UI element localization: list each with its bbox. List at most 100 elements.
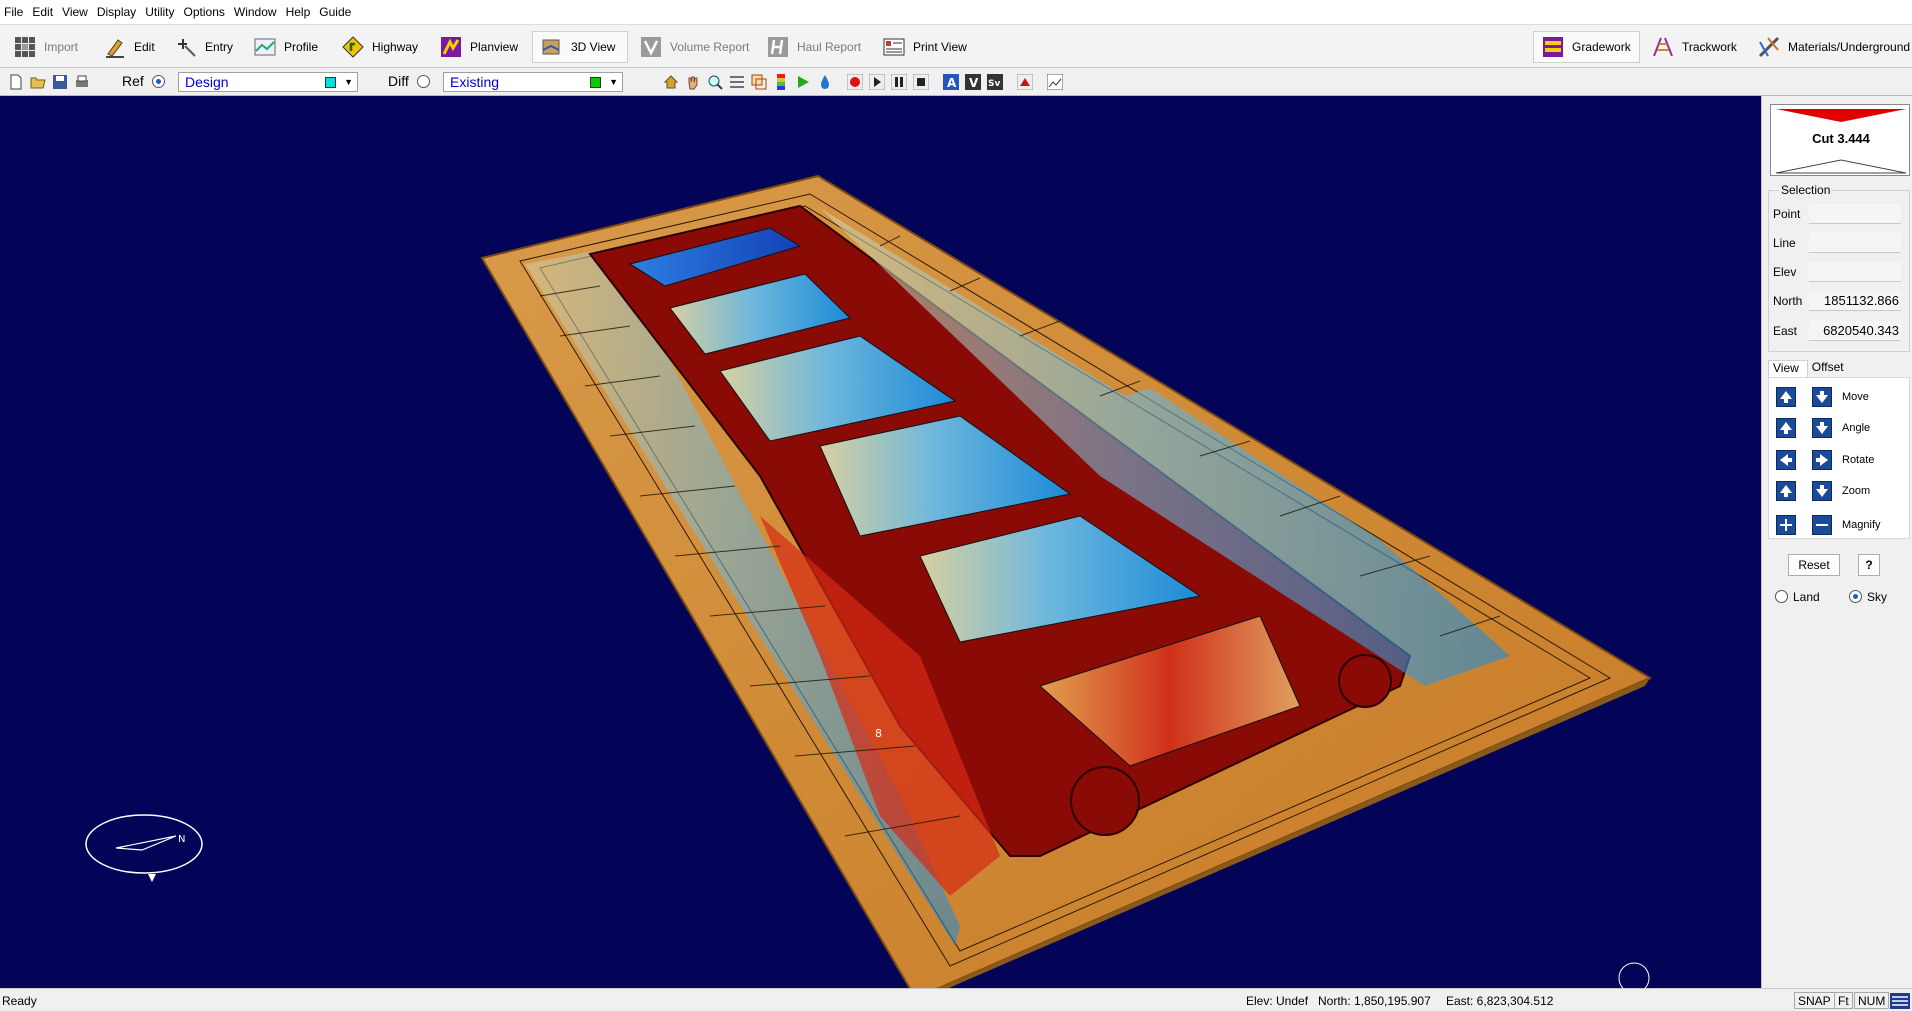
water-drop-icon[interactable] — [817, 74, 833, 90]
print-view-button[interactable]: Print View — [875, 31, 975, 63]
east-row: East 6820540.343 — [1773, 320, 1909, 342]
highway-label: Highway — [372, 40, 419, 54]
image-export-icon[interactable] — [1047, 74, 1063, 90]
3d-view-button[interactable]: 3D View — [532, 31, 628, 63]
angle-up-button[interactable] — [1776, 418, 1796, 438]
move-label: Move — [1842, 391, 1869, 403]
play-green-icon[interactable] — [795, 74, 811, 90]
volume-report-label: Volume Report — [670, 40, 750, 54]
svg-text:A: A — [947, 76, 957, 90]
3d-viewport[interactable]: 8 N — [0, 96, 1761, 988]
edit-mode-button[interactable]: Edit — [96, 31, 163, 63]
pdf-export-icon[interactable] — [1017, 74, 1033, 90]
cut-fill-indicator: Cut 3.444 — [1770, 104, 1910, 176]
menu-window[interactable]: Window — [234, 5, 286, 19]
stop-icon[interactable] — [913, 74, 929, 90]
entry-button[interactable]: Entry — [167, 31, 241, 63]
line-label: Line — [1773, 236, 1796, 250]
ref-radio[interactable] — [152, 75, 165, 88]
diff-surface-select[interactable]: Existing ▼ — [443, 72, 623, 92]
point-field[interactable] — [1809, 204, 1901, 224]
materials-underground-button[interactable]: Materials/Underground — [1750, 31, 1912, 63]
pause-icon[interactable] — [891, 74, 907, 90]
zoom-in-button[interactable] — [1776, 481, 1796, 501]
terrain-view[interactable]: 8 — [0, 96, 1761, 988]
reset-button[interactable]: Reset — [1788, 554, 1840, 576]
move-down-button[interactable] — [1812, 387, 1832, 407]
status-bar: Ready Elev: Undef North: 1,850,195.907 E… — [0, 988, 1912, 1011]
print-view-icon — [883, 36, 905, 58]
menu-lines-icon[interactable] — [1890, 993, 1910, 1009]
grid-settings-icon[interactable] — [729, 74, 745, 90]
planview-button[interactable]: Planview — [432, 31, 526, 63]
ref-surface-select[interactable]: Design ▼ — [178, 72, 358, 92]
volume-report-button[interactable]: Volume Report — [632, 31, 757, 63]
menu-display[interactable]: Display — [97, 5, 145, 19]
menu-help[interactable]: Help — [286, 5, 320, 19]
magnify-plus-button[interactable] — [1776, 515, 1796, 535]
planview-icon — [440, 36, 462, 58]
help-button[interactable]: ? — [1858, 554, 1880, 576]
entry-icon — [175, 36, 197, 58]
line-field[interactable] — [1809, 233, 1901, 253]
trackwork-button[interactable]: Trackwork — [1644, 31, 1745, 63]
gradework-button[interactable]: Gradework — [1533, 31, 1640, 63]
open-folder-icon[interactable] — [30, 74, 46, 90]
land-label: Land — [1793, 590, 1820, 604]
menu-options[interactable]: Options — [184, 5, 234, 19]
rotate-left-button[interactable] — [1776, 450, 1796, 470]
move-up-button[interactable] — [1776, 387, 1796, 407]
point-label: Point — [1773, 207, 1801, 221]
point-row: Point — [1773, 203, 1909, 225]
menu-file[interactable]: File — [4, 5, 32, 19]
pan-hand-icon[interactable] — [685, 74, 701, 90]
highway-button[interactable]: Highway — [334, 31, 426, 63]
haul-report-label: Haul Report — [797, 40, 862, 54]
home-icon[interactable] — [663, 74, 679, 90]
compass-icon: N — [85, 814, 203, 882]
selection-title: Selection — [1779, 183, 1833, 197]
status-ready: Ready — [2, 994, 37, 1008]
play-icon[interactable] — [869, 74, 885, 90]
haul-report-button[interactable]: Haul Report — [759, 31, 869, 63]
menu-edit[interactable]: Edit — [32, 5, 62, 19]
text-sv-icon[interactable]: Sv — [987, 74, 1003, 90]
rotate-right-button[interactable] — [1812, 450, 1832, 470]
sky-label: Sky — [1867, 590, 1888, 604]
grid-icon — [14, 36, 36, 58]
menu-view[interactable]: View — [62, 5, 97, 19]
new-file-icon[interactable] — [8, 74, 24, 90]
print-icon[interactable] — [74, 74, 90, 90]
angle-down-button[interactable] — [1812, 418, 1832, 438]
tab-view[interactable]: View — [1768, 360, 1808, 378]
diff-radio[interactable] — [417, 75, 430, 88]
pencil-icon — [104, 36, 126, 58]
north-field[interactable]: 1851132.866 — [1809, 291, 1901, 311]
save-icon[interactable] — [52, 74, 68, 90]
print-view-label: Print View — [913, 40, 967, 54]
import-button[interactable]: Import — [6, 31, 86, 63]
land-radio[interactable] — [1775, 590, 1788, 603]
text-a-icon[interactable]: A — [943, 74, 959, 90]
line-row: Line — [1773, 232, 1909, 254]
sky-radio[interactable] — [1849, 590, 1862, 603]
view-offset-tabs: View Offset — [1768, 360, 1852, 378]
profile-button[interactable]: Profile — [246, 31, 326, 63]
elev-label: Elev — [1773, 265, 1797, 279]
elev-field[interactable] — [1809, 262, 1901, 282]
magnify-minus-button[interactable] — [1812, 515, 1832, 535]
menu-guide[interactable]: Guide — [319, 5, 360, 19]
text-v-icon[interactable]: V — [965, 74, 981, 90]
color-ramp-icon[interactable] — [773, 74, 789, 90]
menu-utility[interactable]: Utility — [145, 5, 183, 19]
zoom-label: Zoom — [1842, 485, 1871, 497]
zoom-icon[interactable] — [707, 74, 723, 90]
tab-offset[interactable]: Offset — [1808, 360, 1852, 378]
record-icon[interactable] — [847, 74, 863, 90]
elev-row: Elev — [1773, 261, 1909, 283]
east-field[interactable]: 6820540.343 — [1809, 321, 1901, 341]
layers-icon[interactable] — [751, 74, 767, 90]
highway-sign-icon — [342, 36, 364, 58]
mode-ribbon: Import Edit Entry Profile Highway Planvi… — [0, 24, 1912, 68]
zoom-out-button[interactable] — [1812, 481, 1832, 501]
